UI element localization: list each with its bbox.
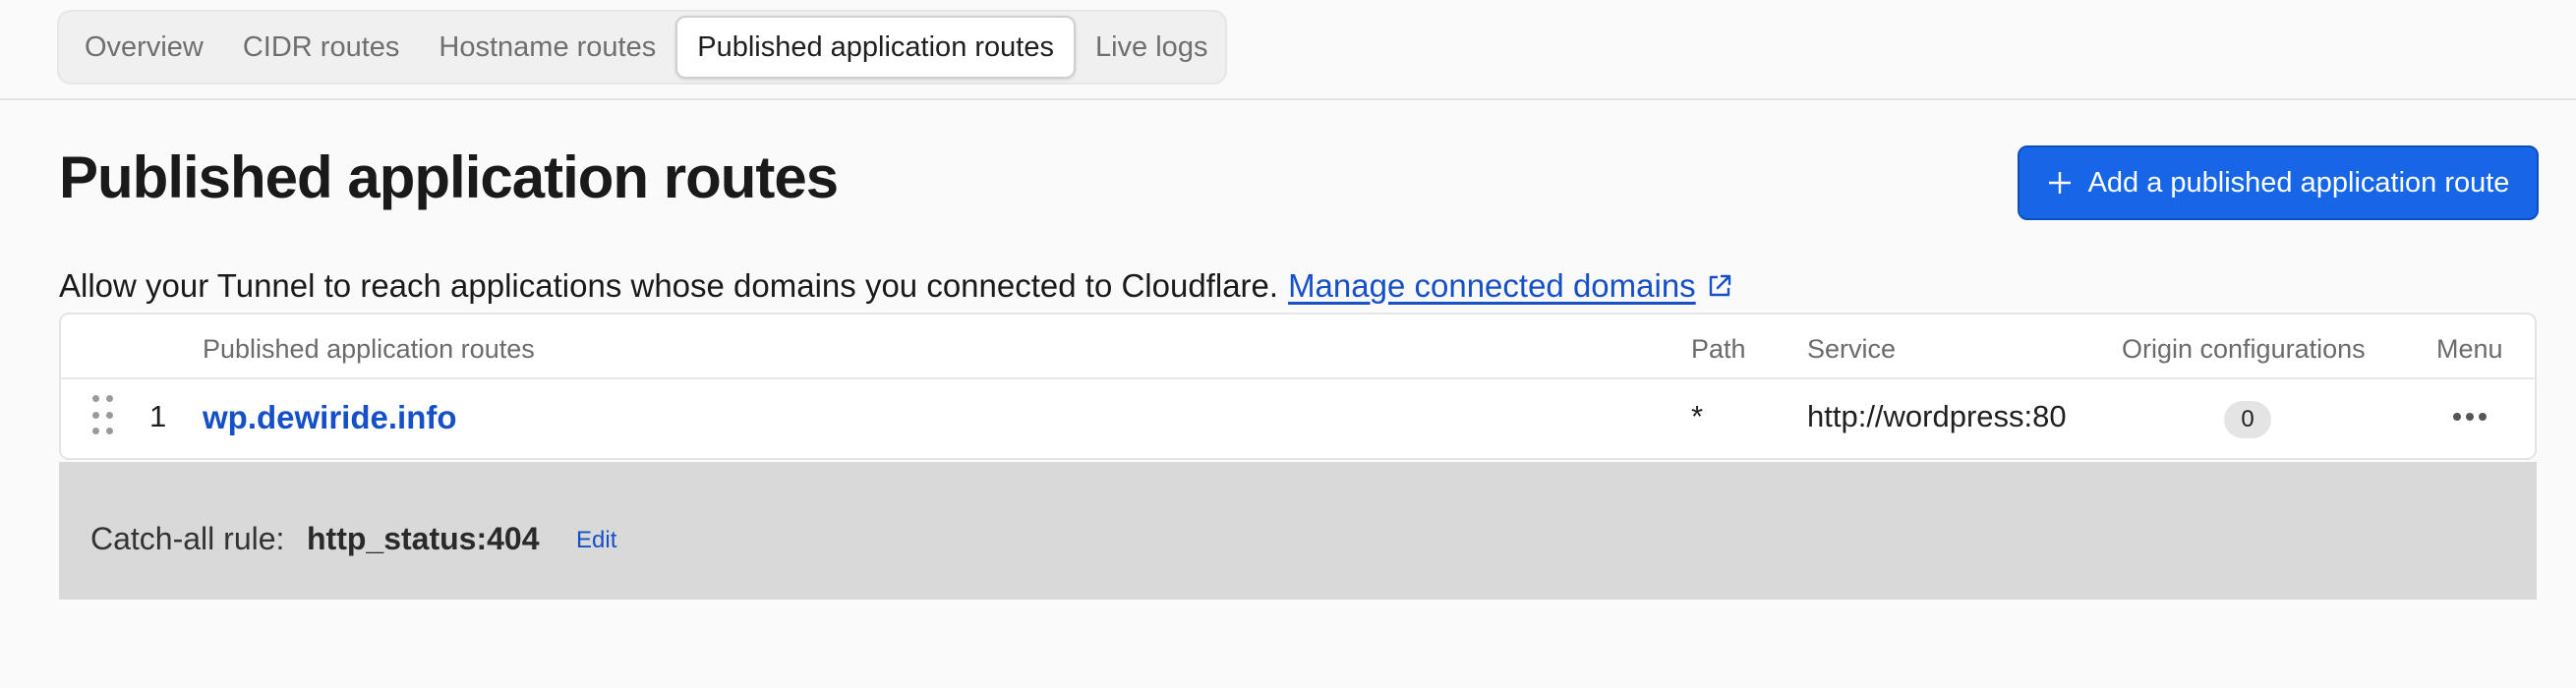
column-header-routes: Published application routes [203, 334, 535, 364]
description-text: Allow your Tunnel to reach applications … [59, 267, 1279, 304]
plus-icon [2048, 172, 2071, 194]
row-index: 1 [149, 399, 167, 433]
routes-table: Published application routes Path Servic… [59, 313, 2537, 460]
route-hostname-link[interactable]: wp.dewiride.info [203, 399, 457, 436]
tab-bar: Overview CIDR routes Hostname routes Pub… [57, 10, 1227, 85]
more-options-icon[interactable] [2440, 397, 2499, 436]
tab-cidr-routes[interactable]: CIDR routes [223, 16, 420, 79]
add-published-route-button[interactable]: Add a published application route [2018, 145, 2539, 220]
catch-all-label: Catch-all rule: [90, 521, 285, 556]
route-service: http://wordpress:80 [1807, 399, 2067, 433]
drag-handle-icon[interactable] [92, 395, 114, 438]
page-title: Published application routes [59, 144, 839, 210]
tab-hostname-routes[interactable]: Hostname routes [419, 16, 675, 79]
table-header: Published application routes Path Servic… [61, 315, 2535, 379]
column-header-origin-configurations: Origin configurations [2122, 334, 2366, 364]
tab-published-application-routes[interactable]: Published application routes [675, 16, 1076, 79]
column-header-service: Service [1807, 334, 1897, 364]
add-published-route-label: Add a published application route [2087, 166, 2510, 199]
column-header-path: Path [1691, 334, 1746, 364]
table-row: 1 wp.dewiride.info * http://wordpress:80… [61, 379, 2535, 460]
catch-all-rule: Catch-all rule: http_status:404 Edit [59, 462, 2537, 600]
catch-all-value: http_status:404 [307, 521, 540, 556]
manage-connected-domains-link[interactable]: Manage connected domains [1288, 267, 1696, 305]
tab-overview[interactable]: Overview [65, 16, 223, 79]
column-header-menu: Menu [2436, 334, 2503, 364]
route-path: * [1691, 399, 1704, 433]
catch-all-edit-link[interactable]: Edit [576, 527, 616, 554]
origin-configurations-badge: 0 [2224, 401, 2271, 438]
tab-live-logs[interactable]: Live logs [1076, 16, 1227, 79]
header-divider [0, 98, 2576, 100]
page-description: Allow your Tunnel to reach applications … [59, 267, 1733, 305]
external-link-icon [1709, 274, 1730, 297]
